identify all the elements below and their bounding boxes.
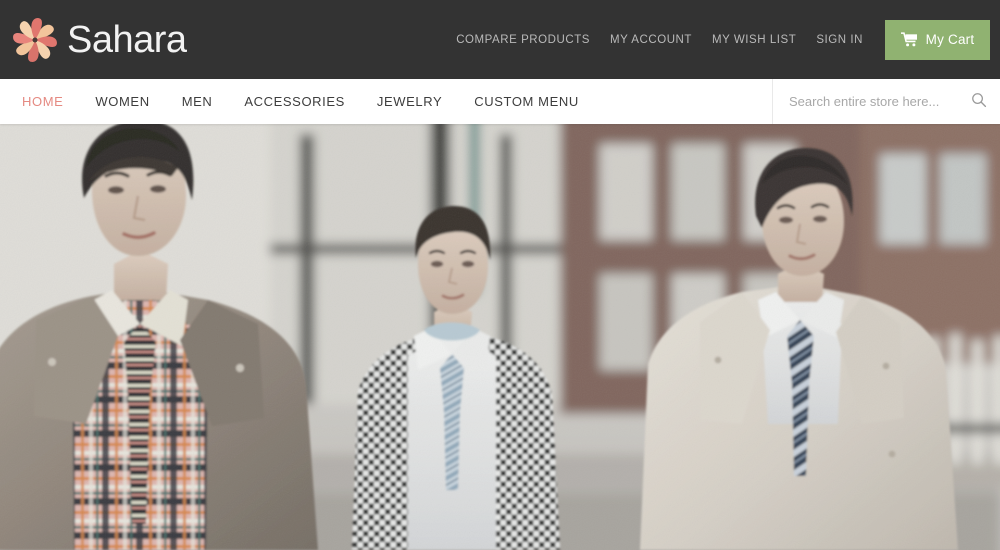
- my-account-link[interactable]: MY ACCOUNT: [600, 34, 702, 46]
- site-header: Sahara COMPARE PRODUCTS MY ACCOUNT MY WI…: [0, 0, 1000, 79]
- brand-logo[interactable]: Sahara: [10, 15, 187, 65]
- search-button[interactable]: [968, 91, 990, 113]
- search-input[interactable]: [773, 79, 1000, 124]
- compare-products-link[interactable]: COMPARE PRODUCTS: [446, 34, 600, 46]
- shopping-cart-icon: [900, 32, 918, 47]
- nav-item-accessories[interactable]: ACCESSORIES: [228, 79, 361, 124]
- my-wish-list-link[interactable]: MY WISH LIST: [702, 34, 806, 46]
- my-cart-label: My Cart: [925, 31, 975, 47]
- main-menu: HOME WOMEN MEN ACCESSORIES JEWELRY CUSTO…: [0, 79, 595, 124]
- nav-item-custom-menu[interactable]: CUSTOM MENU: [458, 79, 595, 124]
- nav-item-women[interactable]: WOMEN: [79, 79, 165, 124]
- header-links: COMPARE PRODUCTS MY ACCOUNT MY WISH LIST…: [446, 0, 1000, 79]
- nav-item-home[interactable]: HOME: [6, 79, 79, 124]
- page-root: Sahara COMPARE PRODUCTS MY ACCOUNT MY WI…: [0, 0, 1000, 550]
- nav-item-men[interactable]: MEN: [166, 79, 229, 124]
- hero-banner[interactable]: [0, 124, 1000, 550]
- search-area: [772, 79, 1000, 124]
- brand-name: Sahara: [67, 18, 187, 61]
- main-navigation-bar: HOME WOMEN MEN ACCESSORIES JEWELRY CUSTO…: [0, 79, 1000, 124]
- my-cart-button[interactable]: My Cart: [885, 19, 990, 60]
- sign-in-link[interactable]: SIGN IN: [806, 34, 873, 46]
- search-icon: [971, 92, 987, 111]
- flower-pinwheel-icon: [10, 15, 60, 65]
- nav-item-jewelry[interactable]: JEWELRY: [361, 79, 458, 124]
